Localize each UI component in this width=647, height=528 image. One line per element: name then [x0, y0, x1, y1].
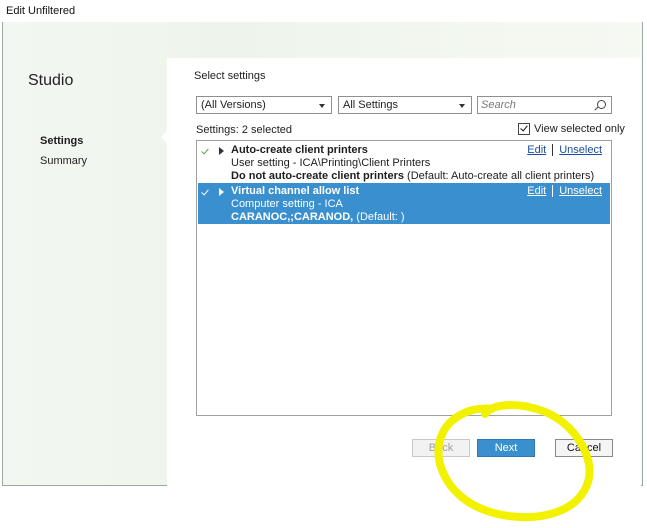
- version-dropdown-value: (All Versions): [201, 99, 266, 111]
- sidebar-item-settings[interactable]: Settings: [40, 135, 83, 147]
- unselect-link[interactable]: Unselect: [559, 185, 602, 197]
- search-box[interactable]: [477, 96, 612, 114]
- title-bar: Edit Unfiltered: [0, 0, 647, 22]
- chevron-down-icon: [319, 104, 325, 108]
- settings-count: Settings: 2 selected: [196, 124, 293, 136]
- window-title: Edit Unfiltered: [6, 5, 76, 17]
- view-selected-only-checkbox[interactable]: [518, 123, 530, 135]
- link-divider: [552, 144, 554, 156]
- setting-path: Computer setting - ICA: [231, 198, 343, 210]
- settings-list[interactable]: Auto-create client printers User setting…: [196, 140, 612, 416]
- setting-value-main: CARANOC,;CARANOD,: [231, 211, 354, 223]
- setting-value: Do not auto-create client printers (Defa…: [231, 170, 594, 182]
- row-actions: Edit Unselect: [527, 144, 602, 156]
- section-heading: Select settings: [194, 70, 266, 82]
- search-input[interactable]: [481, 99, 591, 111]
- setting-value: CARANOC,;CARANOD, (Default: ): [231, 211, 405, 223]
- view-selected-only-toggle[interactable]: View selected only: [518, 123, 625, 135]
- sidebar-item-summary[interactable]: Summary: [40, 155, 87, 167]
- setting-value-default: (Default: Auto-create all client printer…: [403, 170, 595, 182]
- expand-arrow-icon[interactable]: [219, 188, 224, 196]
- list-item[interactable]: Auto-create client printers User setting…: [198, 142, 610, 183]
- edit-link[interactable]: Edit: [527, 144, 546, 156]
- link-divider: [552, 185, 554, 197]
- row-actions: Edit Unselect: [527, 185, 602, 197]
- unselect-link[interactable]: Unselect: [559, 144, 602, 156]
- sidebar-title: Studio: [28, 72, 74, 89]
- setting-path: User setting - ICA\Printing\Client Print…: [231, 157, 431, 169]
- search-icon[interactable]: [597, 100, 606, 109]
- edit-link[interactable]: Edit: [527, 185, 546, 197]
- setting-value-main: Do not auto-create client printers: [231, 170, 404, 182]
- cancel-button[interactable]: Cancel: [555, 439, 613, 457]
- selected-check-icon: [201, 187, 209, 196]
- next-button[interactable]: Next: [477, 439, 535, 457]
- selected-check-icon: [201, 146, 209, 155]
- setting-name: Auto-create client printers: [231, 144, 368, 156]
- expand-arrow-icon[interactable]: [219, 147, 224, 155]
- chevron-down-icon: [459, 104, 465, 108]
- active-step-notch: [161, 130, 168, 144]
- category-dropdown-value: All Settings: [343, 99, 399, 111]
- view-selected-only-label: View selected only: [534, 123, 625, 135]
- category-dropdown[interactable]: All Settings: [338, 96, 472, 114]
- list-item[interactable]: Virtual channel allow list Computer sett…: [198, 183, 610, 224]
- setting-value-default: (Default: ): [353, 211, 405, 223]
- version-dropdown[interactable]: (All Versions): [196, 96, 332, 114]
- setting-name: Virtual channel allow list: [231, 185, 360, 197]
- back-button[interactable]: Back: [412, 439, 470, 457]
